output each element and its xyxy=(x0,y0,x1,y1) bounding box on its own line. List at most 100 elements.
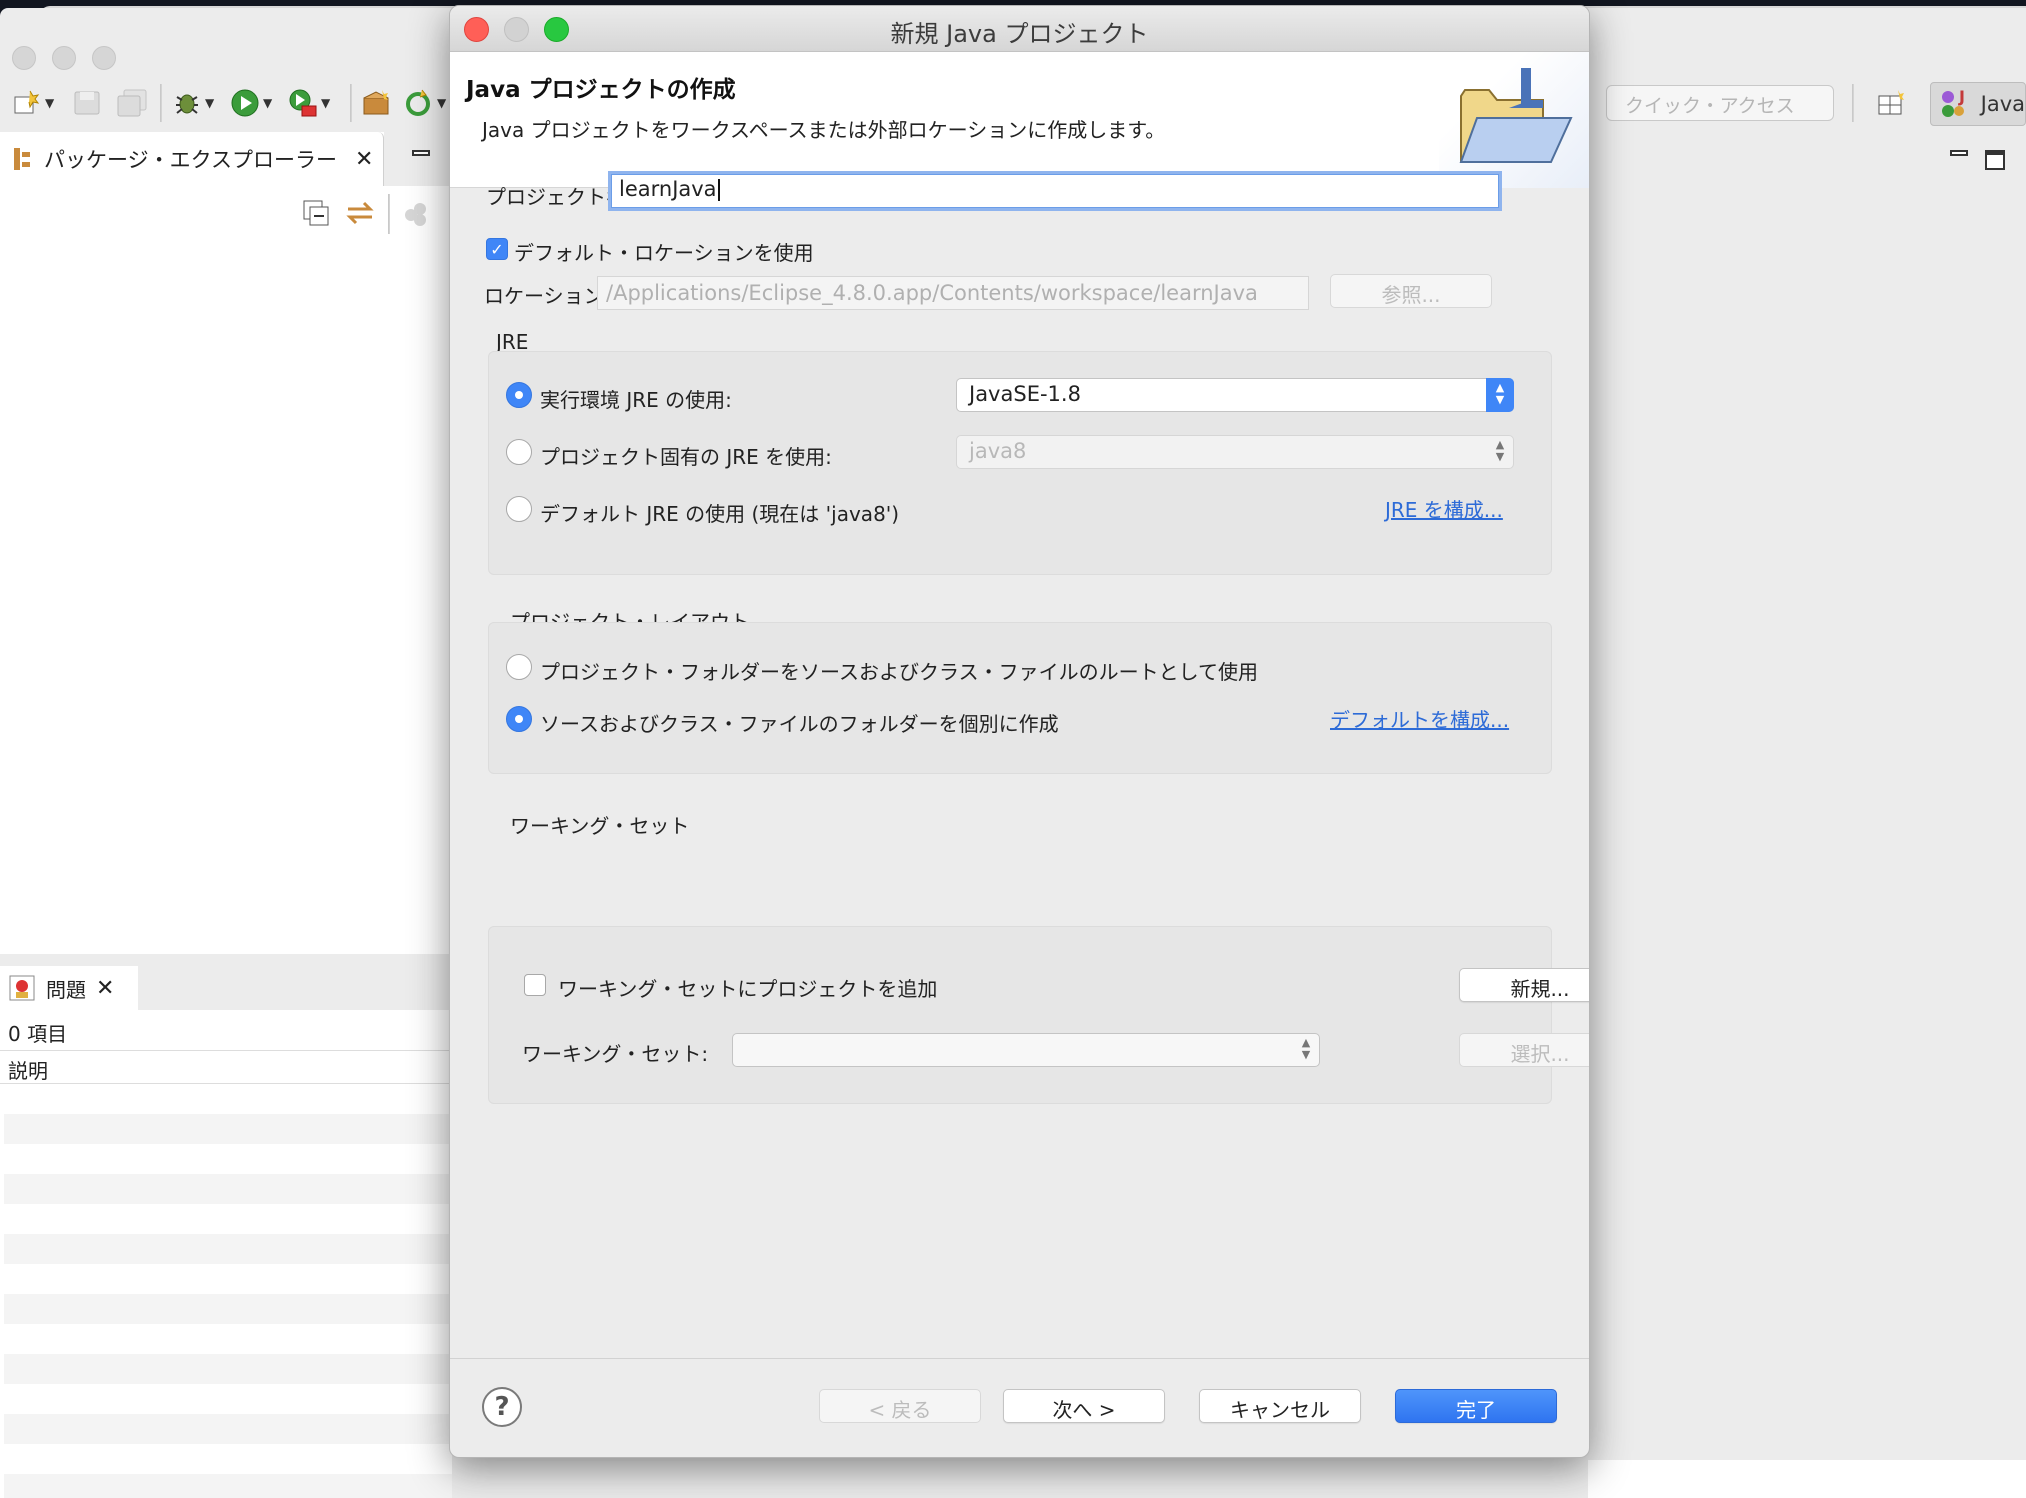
chevron-down-icon: ▼ xyxy=(321,96,331,110)
jre-default-label: デフォルト JRE の使用 (現在は 'java8') xyxy=(540,502,900,526)
refresh-icon xyxy=(406,89,430,116)
status-area xyxy=(1588,1460,2026,1498)
maximize-icon[interactable] xyxy=(1985,150,2005,170)
dialog-zoom-button[interactable] xyxy=(544,17,569,42)
save-all-button[interactable] xyxy=(116,88,148,118)
use-default-location-label: デフォルト・ロケーションを使用 xyxy=(514,241,814,265)
jre-execution-env-radio[interactable] xyxy=(506,382,532,408)
toolbar-separator xyxy=(388,194,390,234)
window-minimize-button[interactable] xyxy=(52,46,76,70)
debug-button[interactable]: ▼ xyxy=(172,88,214,118)
window-close-button[interactable] xyxy=(12,46,36,70)
wizard-description: Java プロジェクトをワークスペースまたは外部ロケーションに作成します。 xyxy=(482,118,1166,142)
working-sets-select: ▲ ▼ xyxy=(732,1033,1320,1067)
working-sets-section-label: ワーキング・セット xyxy=(510,814,690,838)
chevron-down-icon: ▼ xyxy=(437,96,447,110)
link-with-editor-icon xyxy=(346,201,374,225)
tab-problems[interactable]: 問題 ✕ xyxy=(0,966,138,1010)
dialog-minimize-button xyxy=(504,17,529,42)
new-package-button[interactable] xyxy=(360,88,392,118)
run-button[interactable]: ▼ xyxy=(230,88,272,118)
close-icon[interactable]: ✕ xyxy=(96,976,114,1001)
configure-jre-link[interactable]: JRE を構成... xyxy=(1385,494,1503,523)
next-button[interactable]: 次へ > xyxy=(1003,1389,1165,1423)
table-row xyxy=(4,1474,452,1498)
toolbar-separator xyxy=(1852,84,1854,122)
chevron-up-down-icon: ▲ ▼ xyxy=(1495,438,1505,463)
chevron-down-icon: ▼ xyxy=(205,96,215,110)
use-default-location-checkbox[interactable]: ✓ xyxy=(486,238,508,260)
tab-package-explorer[interactable]: パッケージ・エクスプローラー ✕ xyxy=(0,132,384,186)
link-with-editor-button[interactable] xyxy=(344,198,376,228)
minimize-icon[interactable] xyxy=(412,150,430,156)
tab-strip xyxy=(384,132,452,186)
execution-env-select[interactable]: JavaSE-1.8 ▲ ▼ xyxy=(956,378,1514,412)
project-name-value: learnJava xyxy=(619,177,717,201)
collapse-all-icon xyxy=(303,200,329,226)
open-perspective-icon xyxy=(1878,90,1904,115)
dialog-titlebar: 新規 Java プロジェクト xyxy=(450,6,1589,52)
external-tools-button[interactable]: ▼ xyxy=(288,88,330,118)
dialog-close-button[interactable] xyxy=(464,17,489,42)
chevron-up-down-icon: ▲ ▼ xyxy=(1301,1036,1311,1061)
table-row xyxy=(4,1354,452,1384)
dialog-title: 新規 Java プロジェクト xyxy=(890,20,1149,48)
configure-default-link[interactable]: デフォルトを構成... xyxy=(1330,704,1509,733)
window-zoom-button[interactable] xyxy=(92,46,116,70)
table-row xyxy=(4,1114,452,1144)
perspective-label: Java xyxy=(1980,92,2025,116)
java-perspective-button[interactable]: J Java xyxy=(1930,82,2026,126)
banner-background xyxy=(1439,52,1589,188)
cancel-button[interactable]: キャンセル xyxy=(1199,1389,1361,1423)
refresh-button[interactable]: ▼ xyxy=(404,88,446,118)
jre-project-specific-radio[interactable] xyxy=(506,439,532,465)
save-button[interactable] xyxy=(72,88,102,118)
java-perspective-icon: J xyxy=(1942,88,1965,117)
add-to-working-set-checkbox[interactable] xyxy=(524,974,546,996)
layout-separate-folders-label: ソースおよびクラス・ファイルのフォルダーを個別に作成 xyxy=(540,712,1059,736)
close-icon[interactable]: ✕ xyxy=(355,147,373,172)
select-working-set-button: 選択... xyxy=(1459,1033,1589,1067)
filters-icon xyxy=(405,203,426,226)
save-all-icon xyxy=(117,89,147,117)
problems-icon xyxy=(9,975,35,1001)
new-working-set-button[interactable]: 新規... xyxy=(1459,968,1589,1002)
tab-label: パッケージ・エクスプローラー xyxy=(44,148,337,172)
jre-project-specific-label: プロジェクト固有の JRE を使用: xyxy=(540,445,832,469)
chevron-up-down-icon: ▲ ▼ xyxy=(1486,378,1514,412)
jre-default-radio[interactable] xyxy=(506,496,532,522)
svg-text:J: J xyxy=(1958,88,1965,106)
browse-button: 参照... xyxy=(1330,274,1492,308)
project-name-input[interactable]: learnJava xyxy=(608,171,1502,211)
add-to-working-set-label: ワーキング・セットにプロジェクトを追加 xyxy=(558,977,938,1001)
java-project-folder-icon xyxy=(1459,68,1573,163)
wizard-title: Java プロジェクトの作成 xyxy=(466,77,736,103)
new-file-icon xyxy=(14,90,40,114)
working-sets-group xyxy=(488,926,1552,1104)
location-input: /Applications/Eclipse_4.8.0.app/Contents… xyxy=(597,276,1309,310)
filters-button[interactable] xyxy=(402,198,432,228)
toolbar-separator xyxy=(350,84,352,122)
working-sets-label: ワーキング・セット: xyxy=(522,1042,709,1066)
jre-execution-env-label: 実行環境 JRE の使用: xyxy=(540,388,732,412)
open-perspective-button[interactable] xyxy=(1876,88,1908,118)
minimize-icon[interactable] xyxy=(1950,150,1968,156)
table-row xyxy=(4,1414,452,1444)
project-specific-jre-select: java8 ▲ ▼ xyxy=(956,435,1514,469)
back-button: < 戻る xyxy=(819,1389,981,1423)
table-row xyxy=(4,1294,452,1324)
help-button[interactable]: ? xyxy=(482,1387,522,1427)
table-row xyxy=(4,1174,452,1204)
new-wizard-button[interactable]: ▼ xyxy=(12,88,54,118)
checkmark-icon: ✓ xyxy=(490,239,504,259)
package-explorer-panel xyxy=(0,132,452,954)
toolbar-separator xyxy=(160,84,162,122)
layout-separate-folders-radio[interactable] xyxy=(506,706,532,732)
collapse-all-button[interactable] xyxy=(302,198,330,228)
package-icon xyxy=(363,90,389,115)
quick-access-input[interactable]: クイック・アクセス xyxy=(1606,85,1834,121)
finish-button[interactable]: 完了 xyxy=(1395,1389,1557,1423)
column-header-description[interactable]: 説明 xyxy=(0,1050,452,1084)
layout-single-folder-radio[interactable] xyxy=(506,654,532,680)
project-layout-group xyxy=(488,622,1552,774)
